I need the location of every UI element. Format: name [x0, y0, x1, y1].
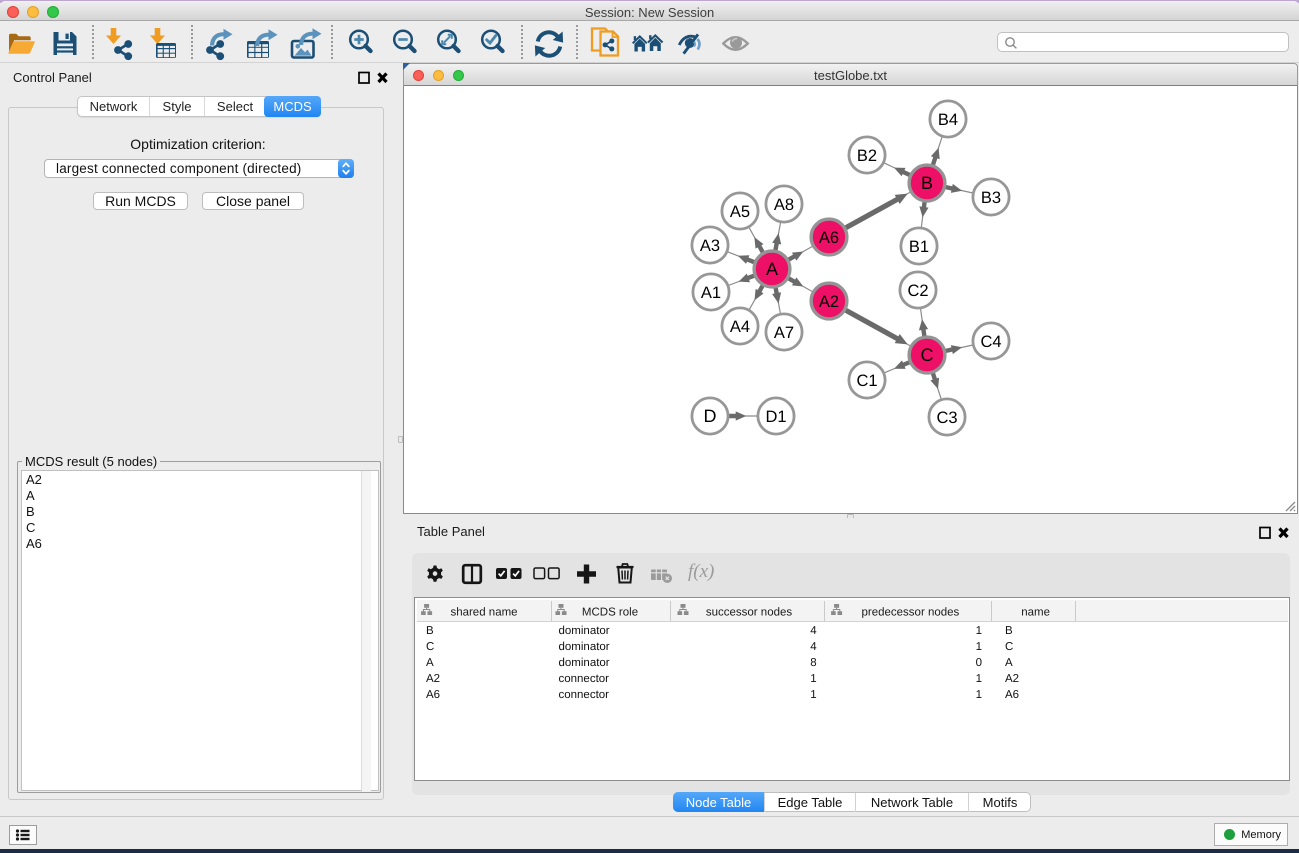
svg-text:C2: C2	[907, 282, 928, 300]
svg-text:1: 1	[976, 625, 982, 637]
svg-text:B: B	[426, 625, 434, 637]
svg-text:C: C	[921, 345, 934, 365]
svg-text:connector: connector	[559, 673, 610, 685]
svg-text:C: C	[1005, 641, 1013, 653]
svg-text:A6: A6	[1005, 689, 1019, 701]
svg-text:A6: A6	[426, 689, 440, 701]
svg-text:A4: A4	[730, 318, 750, 336]
svg-text:A: A	[426, 657, 434, 669]
svg-text:4: 4	[810, 641, 817, 653]
svg-text:C: C	[426, 641, 434, 653]
svg-text:shared name: shared name	[450, 607, 517, 619]
svg-text:1: 1	[976, 641, 982, 653]
svg-text:A2: A2	[1005, 673, 1019, 685]
svg-text:dominator: dominator	[559, 657, 610, 669]
svg-text:A1: A1	[701, 284, 721, 302]
svg-text:A2: A2	[819, 293, 839, 311]
svg-text:A5: A5	[730, 203, 750, 221]
svg-text:1: 1	[976, 673, 982, 685]
svg-text:D1: D1	[765, 408, 786, 426]
svg-text:B2: B2	[857, 147, 877, 165]
svg-text:A7: A7	[774, 324, 794, 342]
svg-text:C4: C4	[980, 333, 1001, 351]
svg-text:connector: connector	[559, 689, 610, 701]
svg-text:4: 4	[810, 625, 817, 637]
svg-text:predecessor nodes: predecessor nodes	[861, 607, 959, 619]
svg-text:B1: B1	[909, 238, 929, 256]
svg-text:A6: A6	[819, 229, 839, 247]
svg-text:B: B	[921, 173, 933, 193]
svg-text:0: 0	[976, 657, 982, 669]
svg-text:A: A	[1005, 657, 1013, 669]
svg-text:1: 1	[810, 673, 816, 685]
svg-text:C3: C3	[936, 409, 957, 427]
svg-text:dominator: dominator	[559, 641, 610, 653]
svg-text:1: 1	[976, 689, 982, 701]
svg-text:dominator: dominator	[559, 625, 610, 637]
svg-text:B: B	[1005, 625, 1013, 637]
svg-text:1: 1	[810, 689, 816, 701]
svg-text:A: A	[766, 259, 778, 279]
svg-text:successor nodes: successor nodes	[706, 607, 793, 619]
svg-text:8: 8	[810, 657, 816, 669]
svg-text:B4: B4	[938, 111, 958, 129]
svg-text:name: name	[1021, 607, 1050, 619]
svg-text:A2: A2	[426, 673, 440, 685]
svg-text:MCDS role: MCDS role	[582, 607, 638, 619]
svg-text:D: D	[704, 406, 717, 426]
svg-text:C1: C1	[856, 372, 877, 390]
svg-text:A8: A8	[774, 196, 794, 214]
svg-text:A3: A3	[700, 237, 720, 255]
svg-text:B3: B3	[981, 189, 1001, 207]
